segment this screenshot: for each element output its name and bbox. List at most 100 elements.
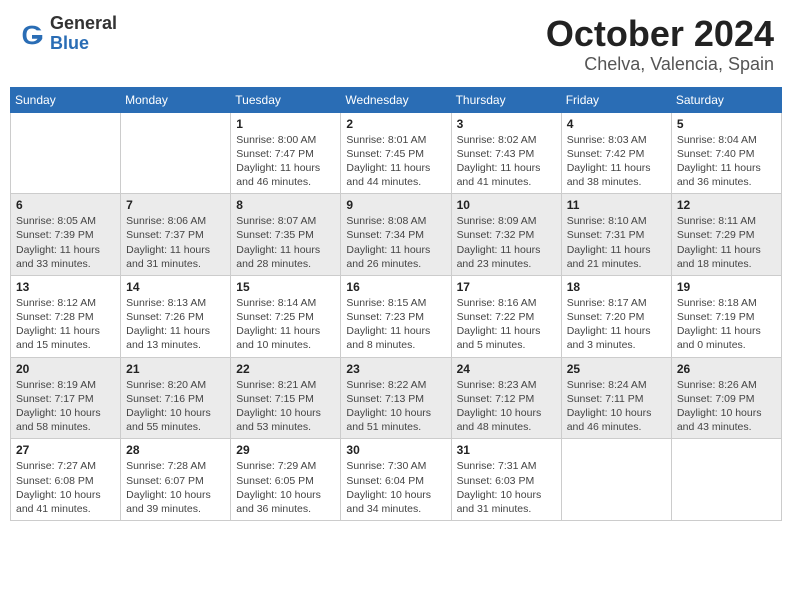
col-saturday: Saturday xyxy=(671,87,781,112)
day-info: Sunrise: 7:29 AM Sunset: 6:05 PM Dayligh… xyxy=(236,459,335,516)
col-wednesday: Wednesday xyxy=(341,87,451,112)
day-info: Sunrise: 8:06 AM Sunset: 7:37 PM Dayligh… xyxy=(126,214,225,271)
table-row: 3Sunrise: 8:02 AM Sunset: 7:43 PM Daylig… xyxy=(451,112,561,194)
day-info: Sunrise: 8:16 AM Sunset: 7:22 PM Dayligh… xyxy=(457,296,556,353)
table-row xyxy=(561,439,671,521)
day-number: 5 xyxy=(677,117,776,131)
table-row xyxy=(121,112,231,194)
day-number: 31 xyxy=(457,443,556,457)
table-row xyxy=(671,439,781,521)
table-row: 27Sunrise: 7:27 AM Sunset: 6:08 PM Dayli… xyxy=(11,439,121,521)
table-row: 29 Sunrise: 7:29 AM Sunset: 6:05 PM Dayli… xyxy=(231,439,341,521)
calendar-header-row: Sunday Monday Tuesday Wednesday Thursday… xyxy=(11,87,782,112)
day-number: 2 xyxy=(346,117,445,131)
day-info: Sunrise: 8:24 AM Sunset: 7:11 PM Dayligh… xyxy=(567,378,666,435)
page-header: General Blue October 2024 Chelva, Valenc… xyxy=(10,10,782,79)
table-row: 4 Sunrise: 8:03 AM Sunset: 7:42 PM Daylig… xyxy=(561,112,671,194)
col-friday: Friday xyxy=(561,87,671,112)
day-number: 11 xyxy=(567,198,666,212)
day-info: Sunrise: 7:30 AM Sunset: 6:04 PM Dayligh… xyxy=(346,459,445,516)
day-number: 12 xyxy=(677,198,776,212)
table-row: 24 Sunrise: 8:23 AM Sunset: 7:12 PM Dayli… xyxy=(451,357,561,439)
day-info: Sunrise: 8:26 AM Sunset: 7:09 PM Dayligh… xyxy=(677,378,776,435)
day-number: 28 xyxy=(126,443,225,457)
table-row: 28 Sunrise: 7:28 AM Sunset: 6:07 PM Dayli… xyxy=(121,439,231,521)
day-number: 21 xyxy=(126,362,225,376)
table-row: 11Sunrise: 8:10 AM Sunset: 7:31 PM Dayli… xyxy=(561,194,671,276)
day-info: Sunrise: 8:22 AM Sunset: 7:13 PM Dayligh… xyxy=(346,378,445,435)
table-row: 15 Sunrise: 8:14 AM Sunset: 7:25 PM Dayli… xyxy=(231,275,341,357)
logo-blue-text: Blue xyxy=(50,34,117,54)
month-title: October 2024 xyxy=(546,14,774,54)
day-number: 22 xyxy=(236,362,335,376)
day-number: 15 xyxy=(236,280,335,294)
day-info: Sunrise: 8:20 AM Sunset: 7:16 PM Dayligh… xyxy=(126,378,225,435)
table-row: 1 Sunrise: 8:00 AM Sunset: 7:47 PM Daylig… xyxy=(231,112,341,194)
day-number: 18 xyxy=(567,280,666,294)
day-number: 1 xyxy=(236,117,335,131)
calendar-week-row: 13Sunrise: 8:12 AM Sunset: 7:28 PM Dayli… xyxy=(11,275,782,357)
day-number: 14 xyxy=(126,280,225,294)
table-row: 17Sunrise: 8:16 AM Sunset: 7:22 PM Dayli… xyxy=(451,275,561,357)
calendar-week-row: 6 Sunrise: 8:05 AM Sunset: 7:39 PM Daylig… xyxy=(11,194,782,276)
day-number: 3 xyxy=(457,117,556,131)
day-info: Sunrise: 8:09 AM Sunset: 7:32 PM Dayligh… xyxy=(457,214,556,271)
logo-icon xyxy=(18,21,46,49)
day-info: Sunrise: 8:03 AM Sunset: 7:42 PM Dayligh… xyxy=(567,133,666,190)
day-info: Sunrise: 7:28 AM Sunset: 6:07 PM Dayligh… xyxy=(126,459,225,516)
day-info: Sunrise: 8:08 AM Sunset: 7:34 PM Dayligh… xyxy=(346,214,445,271)
day-number: 29 xyxy=(236,443,335,457)
day-number: 30 xyxy=(346,443,445,457)
day-number: 27 xyxy=(16,443,115,457)
day-number: 9 xyxy=(346,198,445,212)
day-number: 8 xyxy=(236,198,335,212)
day-number: 19 xyxy=(677,280,776,294)
day-number: 23 xyxy=(346,362,445,376)
day-info: Sunrise: 8:17 AM Sunset: 7:20 PM Dayligh… xyxy=(567,296,666,353)
location-title: Chelva, Valencia, Spain xyxy=(546,54,774,75)
day-info: Sunrise: 8:23 AM Sunset: 7:12 PM Dayligh… xyxy=(457,378,556,435)
day-info: Sunrise: 8:05 AM Sunset: 7:39 PM Dayligh… xyxy=(16,214,115,271)
table-row: 30 Sunrise: 7:30 AM Sunset: 6:04 PM Dayli… xyxy=(341,439,451,521)
table-row: 19 Sunrise: 8:18 AM Sunset: 7:19 PM Dayli… xyxy=(671,275,781,357)
day-number: 16 xyxy=(346,280,445,294)
table-row: 10 Sunrise: 8:09 AM Sunset: 7:32 PM Dayli… xyxy=(451,194,561,276)
day-number: 26 xyxy=(677,362,776,376)
col-sunday: Sunday xyxy=(11,87,121,112)
day-number: 6 xyxy=(16,198,115,212)
day-number: 20 xyxy=(16,362,115,376)
table-row: 5 Sunrise: 8:04 AM Sunset: 7:40 PM Daylig… xyxy=(671,112,781,194)
col-tuesday: Tuesday xyxy=(231,87,341,112)
day-info: Sunrise: 8:07 AM Sunset: 7:35 PM Dayligh… xyxy=(236,214,335,271)
day-info: Sunrise: 8:18 AM Sunset: 7:19 PM Dayligh… xyxy=(677,296,776,353)
table-row: 31 Sunrise: 7:31 AM Sunset: 6:03 PM Dayli… xyxy=(451,439,561,521)
col-thursday: Thursday xyxy=(451,87,561,112)
table-row: 20 Sunrise: 8:19 AM Sunset: 7:17 PM Dayli… xyxy=(11,357,121,439)
day-info: Sunrise: 8:04 AM Sunset: 7:40 PM Dayligh… xyxy=(677,133,776,190)
table-row xyxy=(11,112,121,194)
table-row: 8 Sunrise: 8:07 AM Sunset: 7:35 PM Daylig… xyxy=(231,194,341,276)
day-info: Sunrise: 8:19 AM Sunset: 7:17 PM Dayligh… xyxy=(16,378,115,435)
day-info: Sunrise: 8:01 AM Sunset: 7:45 PM Dayligh… xyxy=(346,133,445,190)
day-number: 13 xyxy=(16,280,115,294)
logo: General Blue xyxy=(18,14,117,54)
table-row: 13Sunrise: 8:12 AM Sunset: 7:28 PM Dayli… xyxy=(11,275,121,357)
calendar-week-row: 1 Sunrise: 8:00 AM Sunset: 7:47 PM Daylig… xyxy=(11,112,782,194)
day-number: 10 xyxy=(457,198,556,212)
table-row: 26 Sunrise: 8:26 AM Sunset: 7:09 PM Dayli… xyxy=(671,357,781,439)
day-number: 7 xyxy=(126,198,225,212)
calendar-table: Sunday Monday Tuesday Wednesday Thursday… xyxy=(10,87,782,521)
day-info: Sunrise: 8:14 AM Sunset: 7:25 PM Dayligh… xyxy=(236,296,335,353)
table-row: 21 Sunrise: 8:20 AM Sunset: 7:16 PM Dayli… xyxy=(121,357,231,439)
day-info: Sunrise: 8:11 AM Sunset: 7:29 PM Dayligh… xyxy=(677,214,776,271)
day-number: 24 xyxy=(457,362,556,376)
day-info: Sunrise: 8:13 AM Sunset: 7:26 PM Dayligh… xyxy=(126,296,225,353)
day-number: 4 xyxy=(567,117,666,131)
logo-general-text: General xyxy=(50,14,117,34)
day-info: Sunrise: 7:31 AM Sunset: 6:03 PM Dayligh… xyxy=(457,459,556,516)
day-info: Sunrise: 8:00 AM Sunset: 7:47 PM Dayligh… xyxy=(236,133,335,190)
title-block: October 2024 Chelva, Valencia, Spain xyxy=(546,14,774,75)
day-info: Sunrise: 8:15 AM Sunset: 7:23 PM Dayligh… xyxy=(346,296,445,353)
calendar-week-row: 27Sunrise: 7:27 AM Sunset: 6:08 PM Dayli… xyxy=(11,439,782,521)
table-row: 22Sunrise: 8:21 AM Sunset: 7:15 PM Dayli… xyxy=(231,357,341,439)
